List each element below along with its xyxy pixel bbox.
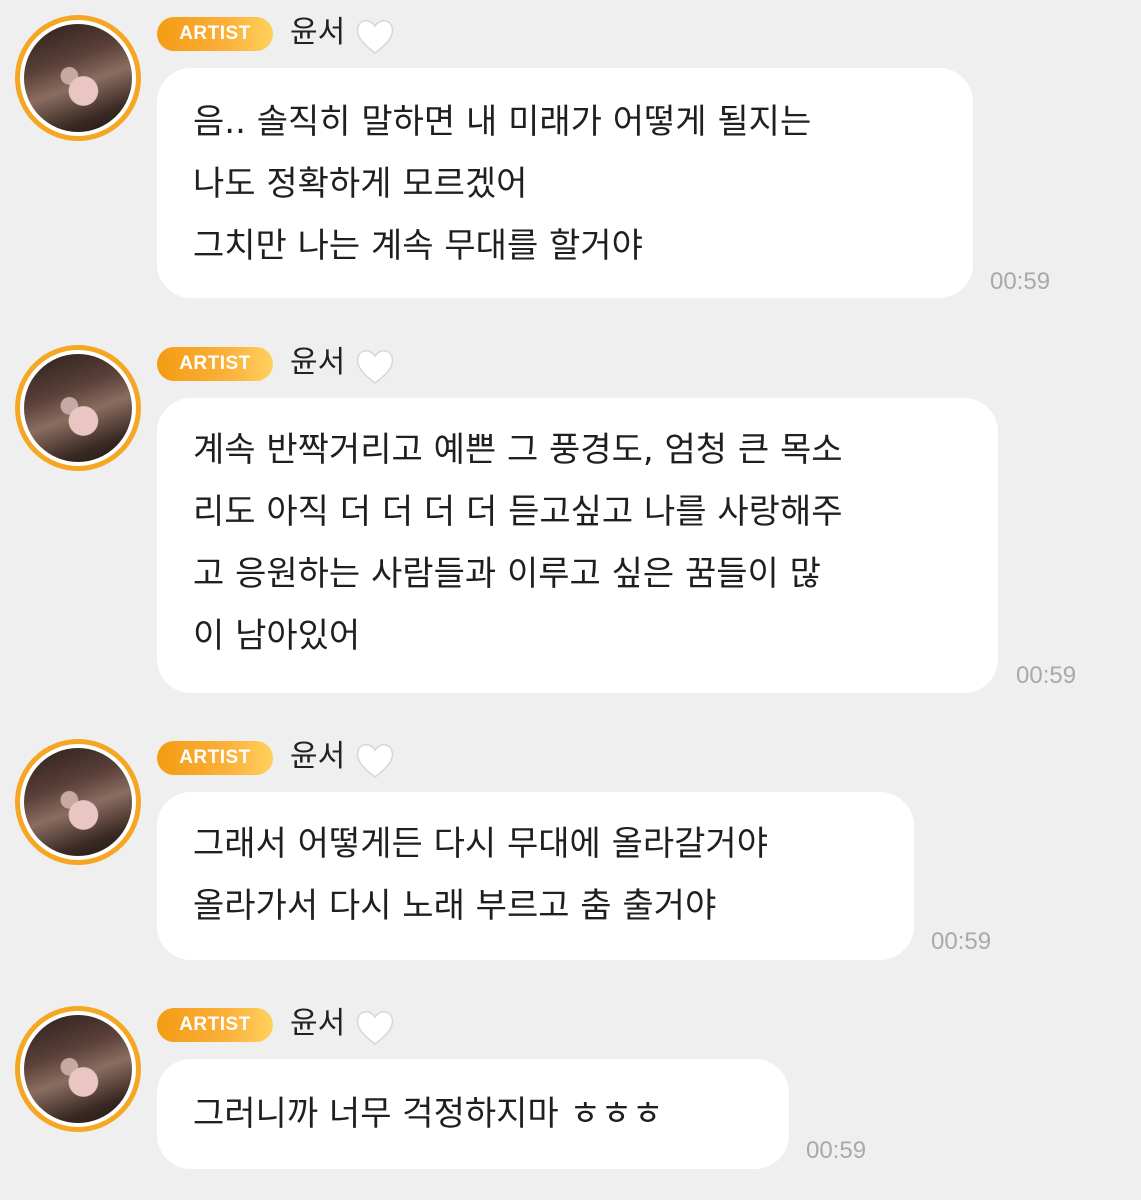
artist-badge: ARTIST — [157, 741, 273, 775]
sender-name: 윤서 — [290, 739, 346, 774]
message-line: 그래서 어떻게든 다시 무대에 올라갈거야 — [193, 824, 768, 864]
message-bubble: 음.. 솔직히 말하면 내 미래가 어떻게 될지는 나도 정확하게 모르겠어 그… — [157, 68, 973, 298]
avatar[interactable] — [15, 1006, 141, 1132]
message-bubble: 그러니까 너무 걱정하지마 ㅎㅎㅎ — [157, 1059, 789, 1169]
message-line: 계속 반짝거리고 예쁜 그 풍경도, 엄청 큰 목소 — [193, 430, 843, 470]
chat-message: ARTIST 윤서 음.. 솔직히 말하면 내 미래가 어떻게 될지는 나도 정… — [0, 0, 1141, 320]
message-line: 이 남아있어 — [193, 616, 361, 656]
message-line: 음.. 솔직히 말하면 내 미래가 어떻게 될지는 — [193, 102, 812, 142]
avatar[interactable] — [15, 15, 141, 141]
message-bubble: 계속 반짝거리고 예쁜 그 풍경도, 엄청 큰 목소 리도 아직 더 더 더 더… — [157, 398, 998, 693]
chat-message: ARTIST 윤서 그러니까 너무 걱정하지마 ㅎㅎㅎ 00:59 — [0, 991, 1141, 1200]
message-line: 올라가서 다시 노래 부르고 춤 출거야 — [193, 886, 717, 926]
white-heart-icon — [356, 1011, 394, 1045]
timestamp: 00:59 — [1016, 662, 1077, 689]
white-heart-icon — [356, 744, 394, 778]
timestamp: 00:59 — [806, 1137, 867, 1164]
message-line: 고 응원하는 사람들과 이루고 싶은 꿈들이 많 — [193, 554, 821, 594]
artist-badge: ARTIST — [157, 347, 273, 381]
sender-name: 윤서 — [290, 15, 346, 50]
sender-name: 윤서 — [290, 345, 346, 380]
avatar[interactable] — [15, 739, 141, 865]
message-line: 그치만 나는 계속 무대를 할거야 — [193, 226, 643, 266]
chat-message: ARTIST 윤서 그래서 어떻게든 다시 무대에 올라갈거야 올라가서 다시 … — [0, 724, 1141, 974]
timestamp: 00:59 — [990, 268, 1051, 295]
avatar[interactable] — [15, 345, 141, 471]
sender-name: 윤서 — [290, 1006, 346, 1041]
message-line: 나도 정확하게 모르겠어 — [193, 164, 528, 204]
white-heart-icon — [356, 20, 394, 54]
message-bubble: 그래서 어떻게든 다시 무대에 올라갈거야 올라가서 다시 노래 부르고 춤 출… — [157, 792, 914, 960]
message-line: 그러니까 너무 걱정하지마 ㅎㅎㅎ — [193, 1094, 664, 1134]
chat-message: ARTIST 윤서 계속 반짝거리고 예쁜 그 풍경도, 엄청 큰 목소 리도 … — [0, 330, 1141, 710]
white-heart-icon — [356, 350, 394, 384]
timestamp: 00:59 — [931, 928, 992, 955]
artist-badge: ARTIST — [157, 1008, 273, 1042]
artist-badge: ARTIST — [157, 17, 273, 51]
message-line: 리도 아직 더 더 더 더 듣고싶고 나를 사랑해주 — [193, 492, 843, 532]
